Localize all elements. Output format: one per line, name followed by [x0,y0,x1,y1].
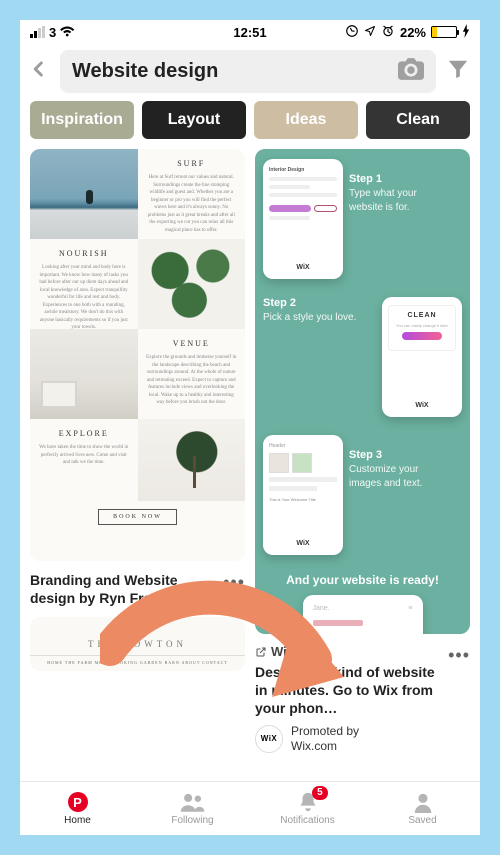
tab-saved[interactable]: Saved [365,782,480,835]
pin1-book-row: BOOK NOW [30,501,245,561]
search-input[interactable]: Website design [72,60,398,83]
camera-icon[interactable] [398,58,424,85]
wix-avatar: WiX [255,725,283,753]
wix-step3-heading: Step 3 [349,449,447,461]
pin1-venue-image [30,329,138,419]
wix-ready-phone: Jane.≡ [303,595,423,634]
feed-col-left: SURF Here at Surf retreat our values and… [30,149,245,781]
wix-step2-heading: Step 2 [263,297,356,309]
pin2-link-text: Wix.com [271,644,324,659]
notification-badge: 5 [312,786,328,800]
wix-clean-label: CLEAN [395,312,449,319]
wix-step-2: Step 2 Pick a style you love. CLEAN You … [263,297,462,417]
pin1-surf-image [30,149,138,239]
pin2-promoted: WiX Promoted by Wix.com [255,724,442,754]
external-link-icon [255,646,267,658]
battery-pct: 22% [400,25,426,40]
pin3-logo-icon: ✿ [30,623,245,637]
pin1-explore-heading: EXPLORE [38,429,130,438]
alarm-icon [381,24,395,41]
carrier-label: 3 [49,25,56,40]
wix-step-1: Interior Design WiX Step 1 Type wh [263,159,462,279]
pin1-surf-heading: SURF [146,159,238,168]
wix-step3-text: Customize your images and text. [349,463,447,490]
feed-col-right: Interior Design WiX Step 1 Type wh [255,149,470,781]
tab-home[interactable]: P Home [20,782,135,835]
profile-icon [412,791,434,813]
wix-brand-label: WiX [388,402,456,409]
rotation-lock-icon [345,24,359,41]
wix-step1-text: Type what your website is for. [349,187,447,214]
pin1-book-button: BOOK NOW [98,509,177,525]
pin3-nav: HOME THE FARM MENU BOOKING GARDEN BARN A… [30,655,245,665]
filter-icon[interactable] [446,58,470,85]
phone-frame: 3 12:51 22% Web [20,20,480,835]
location-icon [364,25,376,40]
pin1-palm-image [138,419,246,501]
wix-step1-heading: Step 1 [349,173,447,185]
charging-icon [462,24,470,41]
filter-clean[interactable]: Clean [366,101,470,139]
tab-following[interactable]: Following [135,782,250,835]
signal-bars-icon [30,27,45,38]
pin1-more-button[interactable]: ••• [223,571,245,591]
pin1-nourish-text: NOURISH Looking after your mind and body… [30,239,138,329]
tab-notifications[interactable]: 5 Notifications [250,782,365,835]
status-bar: 3 12:51 22% [20,20,480,44]
wix-brand-label: WiX [269,540,337,547]
pin1-surf-text: SURF Here at Surf retreat our values and… [138,149,246,239]
pin-branding-website[interactable]: SURF Here at Surf retreat our values and… [30,149,245,561]
status-left: 3 [30,25,233,40]
tab-home-label: Home [64,815,91,826]
promoter-name: Wix.com [291,739,359,754]
wix-step2-phone: CLEAN You can easily change it later WiX [382,297,462,417]
pin2-title[interactable]: Design any kind of website in minutes. G… [255,663,442,718]
tab-saved-label: Saved [408,815,436,826]
pin1-venue-text: VENUE Explore the grounds and immerse yo… [138,329,246,419]
pin1-explore-text: EXPLORE We have taken the time to show t… [30,419,138,501]
filter-inspiration[interactable]: Inspiration [30,101,134,139]
search-box[interactable]: Website design [60,50,436,93]
pin1-food-image [138,239,246,329]
wifi-icon [60,26,76,38]
pin2-link[interactable]: Wix.com [255,644,442,659]
tab-bar: P Home Following 5 Notifications Saved [20,781,480,835]
promoted-by-label: Promoted by [291,724,359,739]
tab-following-label: Following [171,815,213,826]
back-button[interactable] [30,57,50,86]
clock: 12:51 [233,25,266,40]
pin1-venue-heading: VENUE [146,339,238,348]
pin2-more-button[interactable]: ••• [448,644,470,664]
wix-brand-label: WiX [269,264,337,271]
pin3-logo-text: THE BOWTON [30,639,245,649]
pin-feed[interactable]: SURF Here at Surf retreat our values and… [20,149,480,781]
pin1-title[interactable]: Branding and Website design by Ryn Frank… [30,571,217,607]
battery-icon [431,26,457,38]
wix-step1-phone: Interior Design WiX [263,159,343,279]
pin-bowton[interactable]: ✿ THE BOWTON HOME THE FARM MENU BOOKING … [30,617,245,671]
pinterest-logo-icon: P [68,792,88,812]
wix-step2-text: Pick a style you love. [263,311,356,325]
filter-ideas[interactable]: Ideas [254,101,358,139]
wix-ready-text: And your website is ready! [263,573,462,587]
wix-step-3: Header This is Your Welcome Title WiX St… [263,435,462,555]
pin1-nourish-heading: NOURISH [38,249,130,258]
tab-notifications-label: Notifications [280,815,334,826]
search-row: Website design [20,44,480,101]
pin2-meta: Wix.com Design any kind of website in mi… [255,644,470,754]
filter-pills: Inspiration Layout Ideas Clean [20,101,480,149]
pin1-meta: Branding and Website design by Ryn Frank… [30,571,245,607]
pin-wix-ad[interactable]: Interior Design WiX Step 1 Type wh [255,149,470,634]
status-right: 22% [267,24,470,41]
following-icon [180,791,206,813]
filter-layout[interactable]: Layout [142,101,246,139]
wix-step3-phone: Header This is Your Welcome Title WiX [263,435,343,555]
